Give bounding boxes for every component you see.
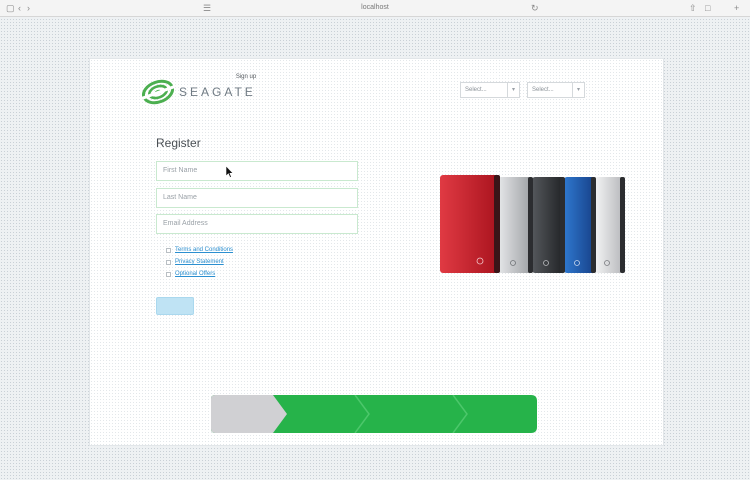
last-name-placeholder: Last Name [163,194,197,201]
drive-blue [564,177,596,273]
page-title: Register [156,136,201,150]
drive-black [532,177,565,273]
reader-icon[interactable]: ☰ [203,3,211,13]
chevron-down-icon: ▾ [507,83,519,97]
step-signup-shape [211,395,287,433]
drive-white [595,177,625,273]
last-name-field[interactable]: Last Name [156,188,358,208]
language-select[interactable]: Select... ▾ [460,82,520,98]
step-next[interactable]: Next [468,73,518,82]
share-icon[interactable]: ⇧ [689,3,697,13]
address-bar[interactable]: localhost [290,3,460,13]
reload-icon[interactable]: ↻ [531,3,539,13]
product-image [440,175,625,273]
logo-wordmark: SEAGATE [179,85,256,99]
first-name-field[interactable]: First Name [156,161,358,181]
region-select[interactable]: Select... ▾ [527,82,585,98]
back-icon[interactable]: ‹ [18,3,21,13]
offers-checkbox[interactable] [166,271,171,277]
terms-link[interactable]: Terms and Conditions [175,246,233,254]
browser-toolbar: ▢ ‹ › ☰ localhost ↻ ⇧ □ + [0,0,750,17]
offers-link[interactable]: Optional Offers [175,270,215,278]
language-select-value: Select... [465,87,487,93]
step-download-app[interactable]: Download App [373,73,455,82]
mouse-cursor-icon [226,166,234,178]
sidebar-toggle-icon[interactable]: ▢ [6,3,15,13]
tabs-icon[interactable]: □ [705,3,710,13]
forward-icon[interactable]: › [27,3,30,13]
step-start-trial[interactable]: Start Trial [290,73,360,82]
privacy-checkbox[interactable] [166,259,171,265]
offers-checkbox-row[interactable]: Optional Offers [166,270,215,278]
drive-red [440,175,500,273]
registration-card: SEAGATE Select... ▾ Select... ▾ Register… [89,58,664,446]
region-select-value: Select... [532,87,554,93]
chevron-down-icon: ▾ [572,83,584,97]
privacy-checkbox-row[interactable]: Privacy Statement [166,258,224,266]
first-name-placeholder: First Name [163,167,198,174]
seagate-logo-icon [141,79,175,105]
email-field[interactable]: Email Address [156,214,358,234]
step-signup[interactable]: Sign up [216,73,276,82]
progress-steps [211,395,537,433]
terms-checkbox-row[interactable]: Terms and Conditions [166,246,233,254]
new-tab-icon[interactable]: + [734,3,739,13]
email-placeholder: Email Address [163,220,208,227]
drive-silver [498,177,533,273]
seagate-logo[interactable]: SEAGATE [141,79,256,105]
terms-checkbox[interactable] [166,247,171,253]
privacy-link[interactable]: Privacy Statement [175,258,224,266]
submit-button[interactable] [156,297,194,315]
